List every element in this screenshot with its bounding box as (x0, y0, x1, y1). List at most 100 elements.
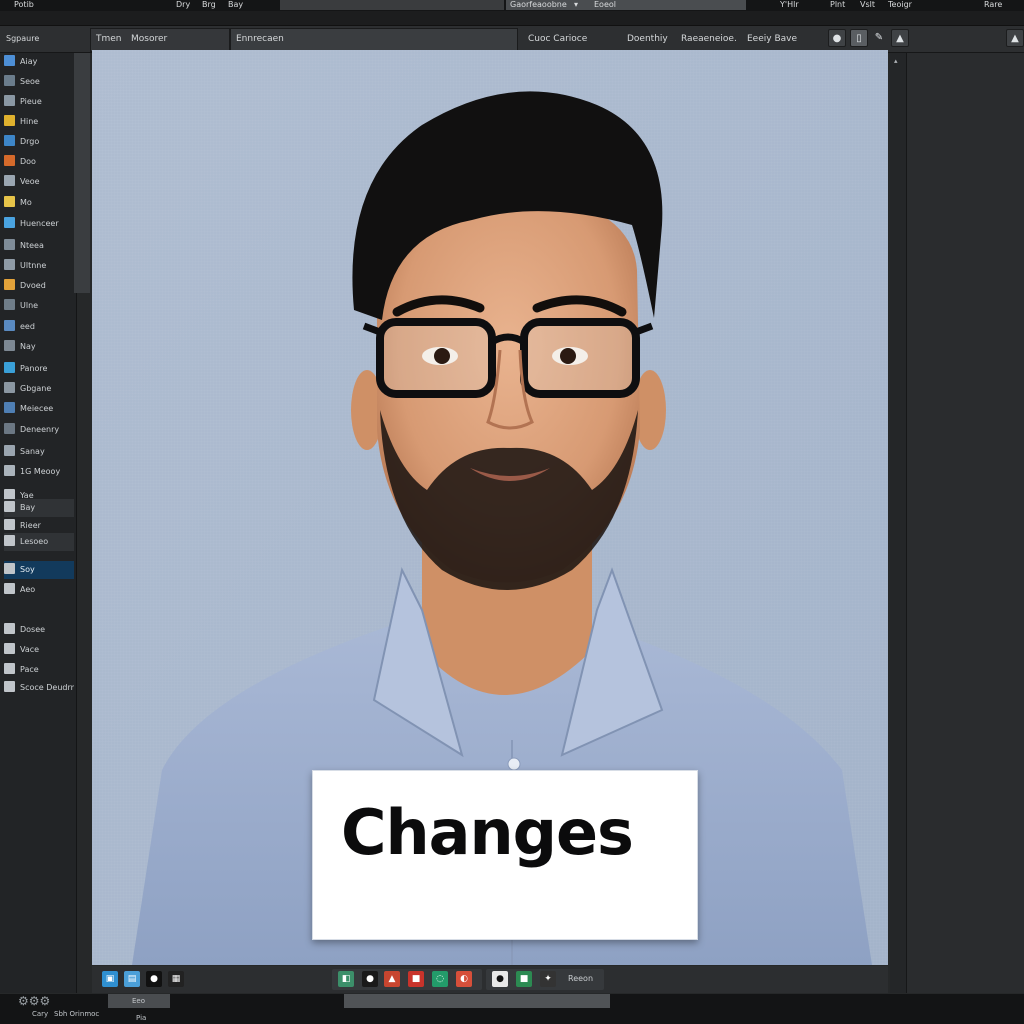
document-tab[interactable]: Ennrecaen (230, 28, 518, 52)
caption-card[interactable]: Changes (312, 770, 698, 940)
sidebar-item[interactable]: Aiay (4, 53, 74, 71)
layers-sidebar: Aiay Seoe Pieue Hine Drgo Doo Veoe Mo Huenceer Nt… (0, 53, 90, 993)
layer-icon (4, 95, 15, 106)
sidebar-item[interactable]: Panore (4, 360, 74, 378)
sidebar-item[interactable]: Bay (4, 499, 74, 517)
sidebar-item[interactable]: Meiecee (4, 400, 74, 418)
scroll-up-icon[interactable]: ▴ (894, 57, 902, 65)
sidebar-item-label: Bay (20, 503, 36, 512)
layer-icon (4, 299, 15, 310)
menu-item[interactable]: Bay (228, 0, 243, 10)
sidebar-item-label: Lesoeo (20, 537, 49, 546)
sidebar-item[interactable]: Drgo (4, 133, 74, 151)
menu-item[interactable]: Dry (176, 0, 190, 10)
menu-item[interactable]: Y'Hlr (780, 0, 799, 10)
bookmark-icon[interactable]: ▲ (384, 971, 400, 987)
sidebar-item[interactable]: Sanay (4, 443, 74, 461)
sidebar-item-label: Soy (20, 565, 35, 574)
sidebar-item[interactable]: Aeo (4, 581, 74, 599)
sidebar-item-label: Hine (20, 117, 39, 126)
sidebar-item[interactable]: Hine (4, 113, 74, 131)
sidebar-item-label: Huenceer (20, 219, 59, 228)
menu-item[interactable]: Brg (202, 0, 216, 10)
sidebar-item[interactable]: Nay (4, 338, 74, 356)
sidebar-item[interactable]: Ultnne (4, 257, 74, 275)
sidebar-item[interactable]: eed (4, 318, 74, 336)
layer-icon (4, 196, 15, 207)
panel-tabs: Tmen Mosorer (90, 28, 230, 52)
sidebar-item-label: Aeo (20, 585, 36, 594)
grid-icon[interactable]: ▦ (168, 971, 184, 987)
sidebar-item-label: Nteea (20, 241, 44, 250)
sidebar-item[interactable]: Deneenry (4, 421, 74, 439)
center-label[interactable]: Cuoc Carioce (528, 26, 587, 52)
layers-icon[interactable]: ◧ (338, 971, 354, 987)
sidebar-item[interactable]: Nteea (4, 237, 74, 255)
sidebar-item[interactable]: Scoce Deudrmer (4, 679, 74, 697)
menu-item[interactable]: Rare (984, 0, 1002, 10)
sidebar-item-label: Ulne (20, 301, 39, 310)
layer-icon (4, 155, 15, 166)
title-field (280, 0, 504, 10)
sidebar-item[interactable]: Seoe (4, 73, 74, 91)
menu-item[interactable]: Plnt (830, 0, 845, 10)
sidebar-item[interactable]: Lesoeo (4, 533, 74, 551)
sidebar-item[interactable]: Pieue (4, 93, 74, 111)
sidebar-item[interactable]: Pace (4, 661, 74, 679)
sidebar-item-label: Drgo (20, 137, 40, 146)
document-dropdown[interactable]: Gaorfeaoobne ▾ Eoeol (506, 0, 746, 10)
sidebar-item-label: Meiecee (20, 404, 54, 413)
sidebar-item-label: Aiay (20, 57, 38, 66)
photo-icon[interactable]: ■ (516, 971, 532, 987)
layer-icon (4, 75, 15, 86)
image-icon[interactable]: ▤ (124, 971, 140, 987)
circle-icon[interactable]: ● (362, 971, 378, 987)
status-text-c: Pia (136, 1014, 147, 1022)
layer-icon (4, 563, 15, 574)
refresh-icon[interactable]: ◌ (432, 971, 448, 987)
document-icon[interactable]: ▯ (850, 29, 868, 47)
menu-item[interactable]: Vslt (860, 0, 875, 10)
bulb-icon[interactable]: ● (492, 971, 508, 987)
toolbar: Sgpaure Tmen Mosorer Ennrecaen Cuoc Cari… (0, 26, 1024, 53)
sidebar-item[interactable]: Dvoed (4, 277, 74, 295)
tab-tmen[interactable]: Tmen (96, 26, 122, 52)
sidebar-item[interactable]: Soy (4, 561, 74, 579)
brush-icon[interactable]: ✎ (870, 29, 888, 47)
sidebar-item[interactable]: Veoe (4, 173, 74, 191)
layer-icon (4, 501, 15, 512)
sidebar-item[interactable]: Doo (4, 153, 74, 171)
tab-mosorer[interactable]: Mosorer (131, 26, 167, 52)
gift-icon[interactable]: ■ (408, 971, 424, 987)
layer-icon (4, 217, 15, 228)
layer-icon (4, 115, 15, 126)
sidebar-item-label: Ultnne (20, 261, 47, 270)
sidebar-item[interactable]: Ulne (4, 297, 74, 315)
mountain-icon[interactable]: ▲ (891, 29, 909, 47)
folder-icon[interactable]: ▣ (102, 971, 118, 987)
sidebar-item[interactable]: Dosee (4, 621, 74, 639)
sidebar-item[interactable]: Vace (4, 641, 74, 659)
layer-icon (4, 320, 15, 331)
menu-item[interactable]: Teoigr (888, 0, 912, 10)
chat-icon[interactable]: ● (146, 971, 162, 987)
record-icon[interactable]: ● (828, 29, 846, 47)
sidebar-scrollbar[interactable] (74, 53, 90, 293)
chevron-down-icon: ▾ (574, 0, 579, 9)
menu-item[interactable]: Potib (14, 0, 34, 10)
right-label-resolution[interactable]: Raeaeneioe. (681, 26, 737, 52)
sidebar-item-label: Vace (20, 645, 40, 654)
sidebar-item[interactable]: 1G Meooy (4, 463, 74, 481)
canvas-scrollbar[interactable]: ▴ (890, 53, 906, 993)
status-box[interactable]: Eeo (108, 994, 170, 1008)
layer-icon (4, 519, 15, 530)
swirl-icon[interactable]: ◐ (456, 971, 472, 987)
sidebar-item[interactable]: Huenceer (4, 215, 74, 233)
sidebar-item[interactable]: Mo (4, 194, 74, 212)
sidebar-item[interactable]: Gbgane (4, 380, 74, 398)
settings-icon[interactable]: ✦ (540, 971, 556, 987)
mountain-icon-2[interactable]: ▲ (1006, 29, 1024, 47)
sidebar-item-label: Gbgane (20, 384, 52, 393)
right-label-save[interactable]: Eeeiy Bave (747, 26, 797, 52)
right-label-density[interactable]: Doenthiy (627, 26, 668, 52)
